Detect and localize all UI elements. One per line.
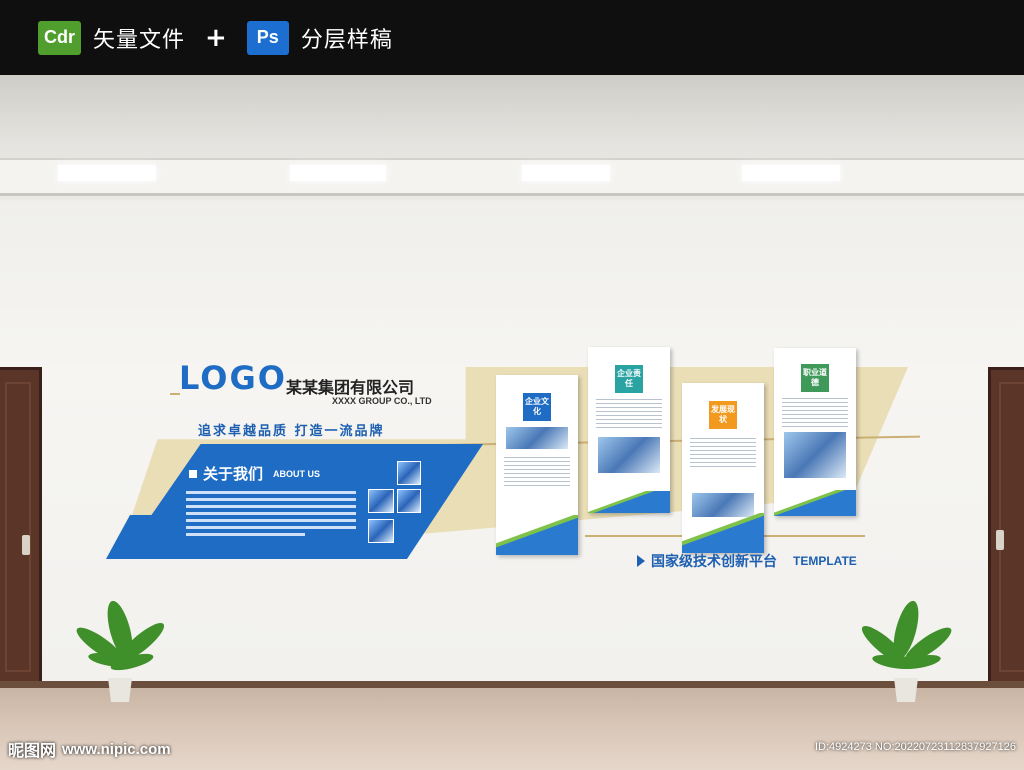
board-photo xyxy=(506,427,568,449)
square-bullet-icon xyxy=(189,469,197,478)
board-tag: 发展现状 xyxy=(709,401,737,429)
board-tag: 企业责任 xyxy=(615,365,643,393)
board-text xyxy=(504,457,570,487)
ps-badge: Ps xyxy=(246,20,289,55)
watermark-url: www.nipic.com xyxy=(62,740,171,758)
about-title: 关于我们 xyxy=(203,465,264,483)
company-name: 某某集团有限公司 xyxy=(286,378,415,397)
ceiling-light xyxy=(742,165,840,181)
template-text: TEMPLATE xyxy=(793,554,857,568)
board-ethics: 职业道德 xyxy=(774,348,856,516)
slogan: 追求卓越品质 打造一流品牌 xyxy=(198,424,385,439)
board-wave xyxy=(774,490,856,516)
board-responsibility: 企业责任 xyxy=(588,347,670,513)
photo-tile xyxy=(397,461,421,485)
about-heading: 关于我们 ABOUT US xyxy=(189,463,320,484)
potted-plant-icon xyxy=(76,600,165,702)
board-text xyxy=(596,399,662,429)
board-tag: 企业文化 xyxy=(523,393,551,421)
board-text xyxy=(782,398,848,428)
left-door xyxy=(0,367,42,687)
door-handle xyxy=(22,535,30,555)
photo-tile xyxy=(368,489,394,513)
watermark-id: ID:4924273 NO:20220723112837927126 xyxy=(814,741,1016,753)
triangle-icon xyxy=(637,555,645,567)
cdr-label: 矢量文件 xyxy=(93,27,186,53)
photo-tile xyxy=(397,489,421,513)
right-door xyxy=(988,367,1024,687)
plus-sign: + xyxy=(205,22,227,53)
cdr-badge: Cdr xyxy=(38,20,81,55)
board-photo xyxy=(784,432,846,478)
board-photo xyxy=(598,437,660,473)
platform-text: 国家级技术创新平台 xyxy=(651,554,777,570)
corridor-scene: LOGO 某某集团有限公司 XXXX GROUP CO., LTD 追求卓越品质… xyxy=(0,75,1024,770)
watermark-site-cn: 昵图网 xyxy=(8,741,57,760)
about-title-en: ABOUT US xyxy=(273,468,321,479)
ceiling-light xyxy=(290,165,386,181)
ceiling-light xyxy=(522,165,610,181)
company-name-en: XXXX GROUP CO., LTD xyxy=(332,396,432,406)
ps-label: 分层样稿 xyxy=(300,27,393,53)
board-text xyxy=(690,438,756,468)
board-development: 发展现状 xyxy=(682,383,764,553)
top-banner: Cdr 矢量文件 + Ps 分层样稿 xyxy=(0,0,1024,75)
board-wave xyxy=(682,513,764,553)
board-wave xyxy=(496,515,578,555)
board-wave xyxy=(588,491,670,513)
watermark-site: 昵图网 www.nipic.com xyxy=(8,737,171,761)
potted-plant-icon xyxy=(861,600,952,702)
company-logo: LOGO xyxy=(179,359,287,397)
platform-banner: 国家级技术创新平台 TEMPLATE xyxy=(637,551,857,571)
ceiling-light xyxy=(58,165,156,181)
board-tag: 职业道德 xyxy=(801,364,829,392)
door-handle xyxy=(996,530,1004,550)
board-culture: 企业文化 xyxy=(496,375,578,555)
about-body-placeholder xyxy=(186,491,356,540)
photo-tile xyxy=(368,519,394,543)
